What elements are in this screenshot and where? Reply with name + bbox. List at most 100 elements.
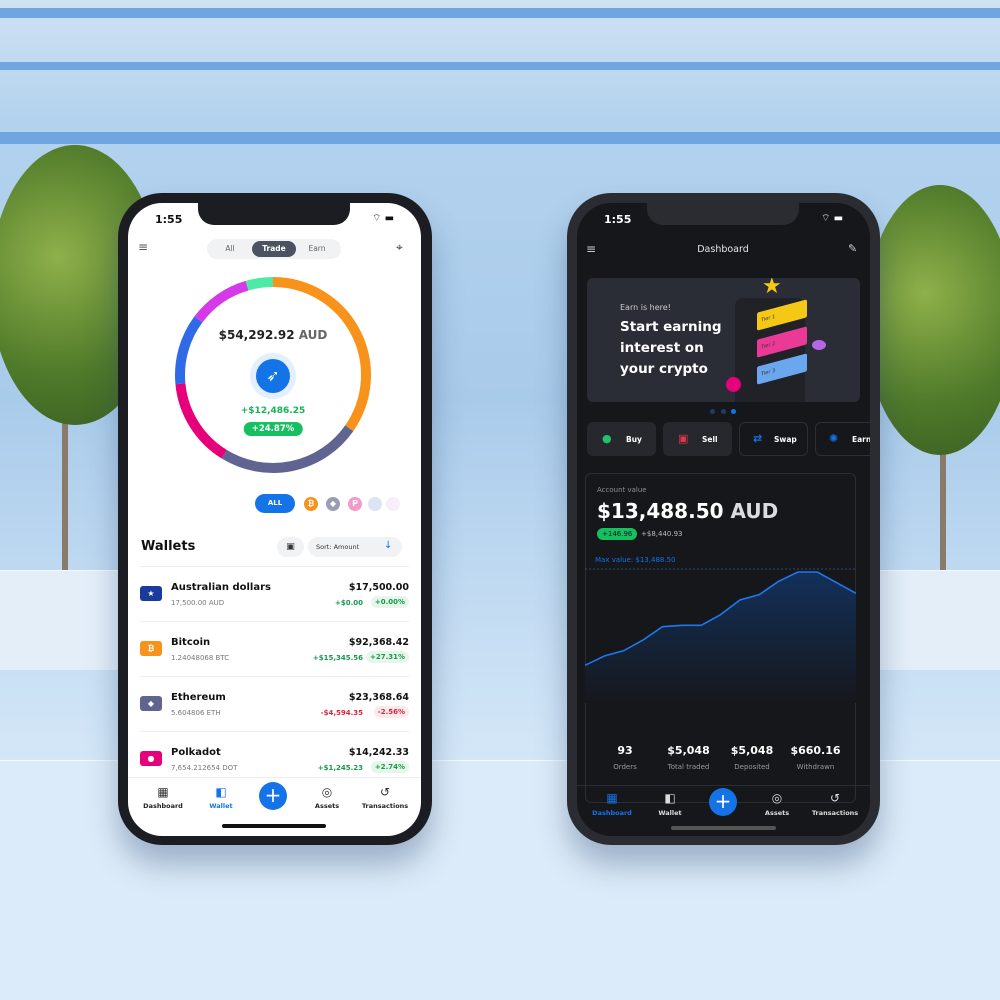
wallet-view-button[interactable]: ▣ (277, 537, 304, 557)
wallet-name: Ethereum (171, 692, 226, 703)
stat-value: $660.16 (790, 744, 841, 757)
wallet-row[interactable]: ₿ Bitcoin 1.24048068 BTC $92,368.42 +$15… (128, 622, 421, 676)
star-icon: ★ (762, 278, 782, 299)
ceiling-beam (0, 62, 1000, 70)
segment-control: All Trade Earn (207, 239, 341, 259)
wallet-change-percent: +0.00% (370, 596, 409, 608)
wallet-name: Bitcoin (171, 637, 211, 648)
coin-filter-icon[interactable] (368, 497, 382, 511)
wallet-change-percent: +2.74% (370, 761, 409, 773)
earn-button[interactable]: ✺ Earn (815, 422, 870, 456)
dashboard-icon[interactable]: ▦ (157, 785, 168, 799)
donut-segment-purple (194, 280, 249, 323)
sort-dropdown[interactable]: Sort: Amount ↓ (308, 537, 402, 557)
segment-all[interactable]: All (225, 244, 234, 253)
wifi-battery-icon: ⌔ ▬ (372, 213, 395, 224)
earn-label: Earn (852, 435, 870, 444)
total-balance: $54,292.92 AUD (219, 328, 328, 342)
carousel-dot-active[interactable] (731, 409, 736, 414)
nav-dashboard[interactable]: Dashboard (592, 809, 632, 817)
page-title: Dashboard (697, 244, 749, 255)
add-button[interactable]: + (259, 782, 287, 810)
wallet-name: Polkadot (171, 747, 221, 758)
nav-wallet[interactable]: Wallet (209, 802, 232, 810)
status-time: 1:55 (155, 213, 183, 226)
nav-wallet[interactable]: Wallet (658, 809, 681, 817)
carousel-dot[interactable] (721, 409, 726, 414)
earn-banner[interactable]: Earn is here! Start earning interest on … (587, 278, 860, 402)
sort-direction-icon[interactable]: ↓ (384, 540, 392, 551)
menu-icon[interactable]: ≡ (138, 240, 148, 254)
chart-area (585, 572, 856, 703)
broom-icon[interactable]: ⌖ (396, 240, 403, 255)
stat-value: $5,048 (730, 744, 774, 757)
dashboard-icon[interactable]: ▦ (606, 791, 617, 805)
change-badge: +146.96 (597, 528, 638, 540)
ethereum-filter-icon[interactable]: ◆ (326, 497, 340, 511)
gain-percent-badge: +24.87% (243, 422, 303, 436)
wallet-screen: 1:55 ⌔ ▬ ≡ All Trade Earn ⌖ $54,292.92 A… (128, 203, 421, 836)
account-value-chart (585, 568, 856, 703)
buy-button[interactable]: ● Buy (587, 422, 656, 456)
stat-label: Orders (613, 763, 637, 771)
bitcoin-filter-icon[interactable]: ₿ (304, 497, 318, 511)
wallet-change: +$1,245.23 (317, 764, 363, 772)
assets-icon[interactable]: ◎ (772, 791, 782, 805)
add-button[interactable]: + (709, 788, 737, 816)
menu-icon[interactable]: ≡ (586, 242, 596, 256)
nav-transactions[interactable]: Transactions (812, 809, 858, 817)
sell-button[interactable]: ▣ Sell (663, 422, 732, 456)
polkadot-coin-icon (726, 377, 741, 392)
wallet-change: +$0.00 (334, 599, 363, 607)
wallet-icon[interactable]: ◧ (215, 785, 226, 799)
nav-assets[interactable]: Assets (765, 809, 789, 817)
edit-icon[interactable]: ✎ (848, 242, 857, 255)
wallet-icon[interactable]: ◧ (664, 791, 675, 805)
coins-icon: ● (602, 432, 612, 445)
segment-trade[interactable]: Trade (252, 241, 296, 257)
assets-icon[interactable]: ◎ (322, 785, 332, 799)
nav-divider (128, 777, 421, 778)
total-gain: +$12,486.25 (240, 406, 306, 416)
wallet-name: Australian dollars (171, 582, 271, 593)
change-total: +$8,440.93 (641, 530, 683, 538)
wallet-balance: 17,500.00 AUD (171, 599, 225, 607)
wallet-row[interactable]: ◆ Ethereum 5.604806 ETH $23,368.64 -$4,5… (128, 677, 421, 731)
account-amount: $13,488.50 (597, 499, 724, 523)
segment-earn[interactable]: Earn (308, 244, 325, 253)
carousel-dot[interactable] (710, 409, 715, 414)
filter-all-chip[interactable]: ALL (255, 494, 295, 513)
headline-line: your crypto (620, 361, 708, 377)
nav-assets[interactable]: Assets (315, 802, 339, 810)
wallet-change-percent: -2.56% (373, 706, 409, 718)
wallet-value: $14,242.33 (348, 747, 409, 758)
wallet-value: $17,500.00 (348, 582, 409, 593)
stat-label: Deposited (734, 763, 770, 771)
wallet-coin-icon: ★ (140, 586, 162, 601)
brand-logo-icon: ➶ (256, 359, 290, 393)
percent-badge-icon: ✺ (829, 432, 839, 445)
stat-value: $5,048 (667, 744, 710, 757)
donut-segment-blue (175, 316, 203, 385)
coin-filter-icon[interactable] (386, 497, 400, 511)
stat-label: Withdrawn (796, 763, 835, 771)
coin-icon (812, 340, 826, 350)
wallet-balance: 5.604806 ETH (171, 709, 221, 717)
account-value: $13,488.50 AUD (597, 499, 778, 523)
wallets-title: Wallets (141, 539, 196, 554)
wallet-coin-icon: ● (140, 751, 162, 766)
nav-transactions[interactable]: Transactions (362, 802, 408, 810)
wallet-row[interactable]: ★ Australian dollars 17,500.00 AUD $17,5… (128, 567, 421, 621)
nav-dashboard[interactable]: Dashboard (143, 802, 183, 810)
wallet-balance: 7,654.212654 DOT (171, 764, 238, 772)
ledge (880, 570, 1000, 670)
cash-icon: ▣ (678, 432, 689, 445)
polkadot-filter-icon[interactable]: P (348, 497, 362, 511)
swap-label: Swap (774, 435, 797, 444)
status-time: 1:55 (604, 213, 632, 226)
history-icon[interactable]: ↺ (830, 791, 840, 805)
headline-line: interest on (620, 340, 704, 356)
history-icon[interactable]: ↺ (380, 785, 390, 799)
wallet-value: $92,368.42 (348, 637, 409, 648)
swap-button[interactable]: ⇄ Swap (739, 422, 808, 456)
